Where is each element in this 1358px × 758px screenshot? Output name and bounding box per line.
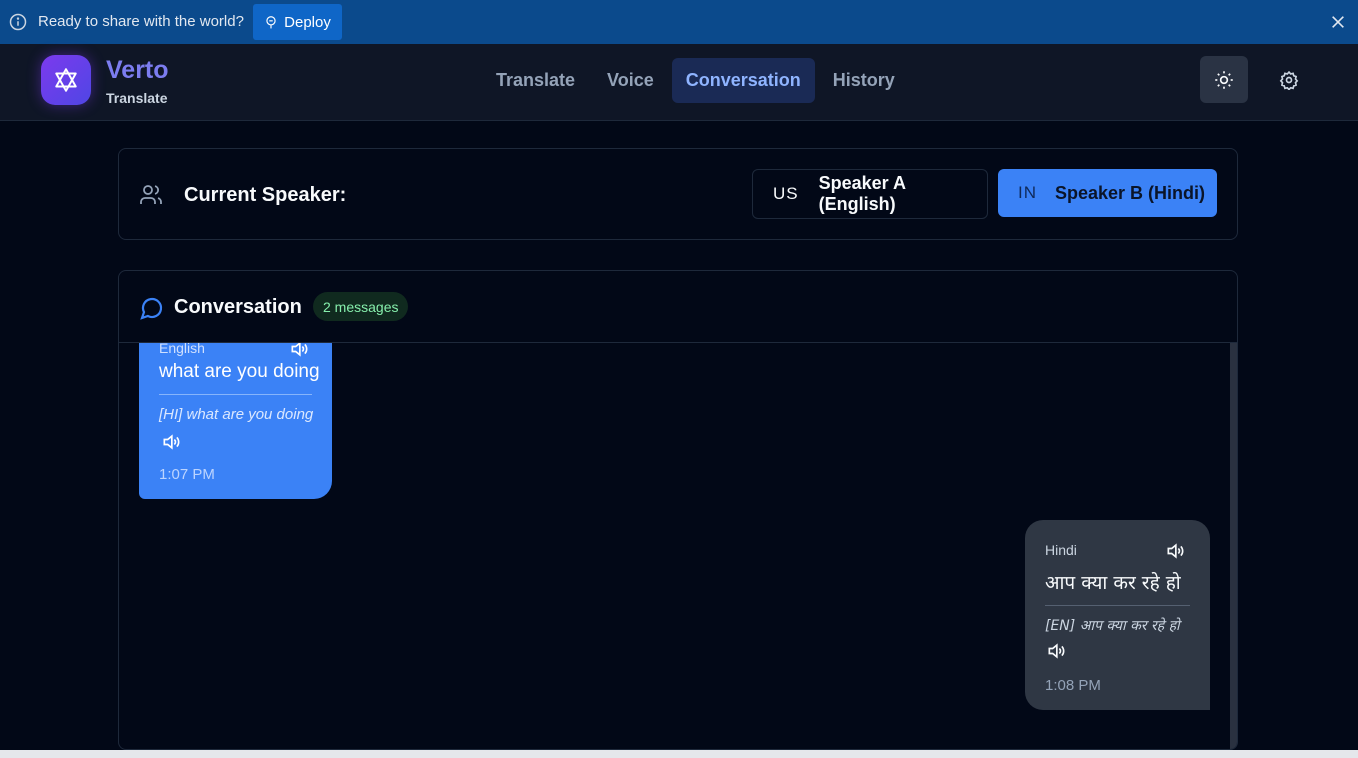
message-timestamp: 1:08 PM xyxy=(1045,677,1101,694)
info-icon xyxy=(9,13,27,31)
message-original-text: आप क्या कर रहे हो xyxy=(1045,572,1181,594)
brand-name: Verto xyxy=(106,56,169,84)
message-bubble-speaker-b: Hindi आप क्या कर रहे हो [EN] आप क्या कर … xyxy=(1025,520,1210,710)
conversation-title: Conversation xyxy=(174,296,302,318)
close-icon[interactable] xyxy=(1330,14,1346,30)
message-language: English xyxy=(159,343,205,356)
star-of-david-logo-icon xyxy=(55,68,77,92)
conversation-header: Conversation 2 messages xyxy=(119,271,1237,343)
tab-voice[interactable]: Voice xyxy=(593,58,668,103)
in-flag-label: IN xyxy=(1018,183,1037,202)
banner-message: Ready to share with the world? xyxy=(38,13,244,30)
deploy-banner: Ready to share with the world? Deploy xyxy=(0,0,1358,44)
logo-badge xyxy=(41,55,91,105)
speaker-volume-icon[interactable] xyxy=(1165,541,1185,561)
speaker-b-label: Speaker B (Hindi) xyxy=(1055,182,1206,203)
message-original-text: what are you doing xyxy=(159,361,320,382)
tab-translate[interactable]: Translate xyxy=(482,58,589,103)
speaker-b-button[interactable]: IN Speaker B (Hindi) xyxy=(998,169,1217,217)
speaker-volume-icon[interactable] xyxy=(161,432,181,452)
message-divider xyxy=(159,394,312,395)
message-list[interactable]: English what are you doing [HI] what are… xyxy=(119,343,1237,749)
gear-icon xyxy=(1279,70,1299,90)
us-flag-label: US xyxy=(773,184,799,203)
tab-conversation[interactable]: Conversation xyxy=(671,58,815,103)
deploy-label: Deploy xyxy=(284,13,331,31)
window-bottom-edge xyxy=(0,750,1358,758)
current-speaker-card: Current Speaker: US Speaker A (English) … xyxy=(118,148,1238,240)
users-icon xyxy=(140,185,162,204)
chat-bubble-icon xyxy=(140,297,163,320)
speaker-volume-icon[interactable] xyxy=(289,343,309,359)
message-translated-text: [HI] what are you doing xyxy=(159,406,314,423)
speaker-a-label: Speaker A (English) xyxy=(818,173,906,214)
message-divider xyxy=(1045,605,1190,606)
deploy-icon xyxy=(266,16,276,29)
message-timestamp: 1:07 PM xyxy=(159,466,215,483)
message-list-scrollbar[interactable] xyxy=(1230,343,1237,749)
message-language: Hindi xyxy=(1045,542,1077,558)
main-nav: Translate Voice Conversation History xyxy=(482,58,909,103)
settings-button[interactable] xyxy=(1266,56,1312,103)
tab-history[interactable]: History xyxy=(819,58,909,103)
speaker-a-button[interactable]: US Speaker A (English) xyxy=(752,169,988,219)
message-translated-text: [EN] आप क्या कर रहे हो xyxy=(1045,618,1180,634)
message-bubble-speaker-a: English what are you doing [HI] what are… xyxy=(139,343,332,499)
sun-icon xyxy=(1215,70,1233,89)
conversation-card: Conversation 2 messages English what are… xyxy=(118,270,1238,750)
message-count-badge: 2 messages xyxy=(313,292,409,321)
app-header: Verto Translate Translate Voice Conversa… xyxy=(0,44,1358,121)
current-speaker-label: Current Speaker: xyxy=(184,184,347,206)
speaker-volume-icon[interactable] xyxy=(1046,641,1066,661)
deploy-button[interactable]: Deploy xyxy=(253,4,342,40)
brand-subtitle: Translate xyxy=(106,90,168,106)
theme-toggle-button[interactable] xyxy=(1200,56,1248,103)
